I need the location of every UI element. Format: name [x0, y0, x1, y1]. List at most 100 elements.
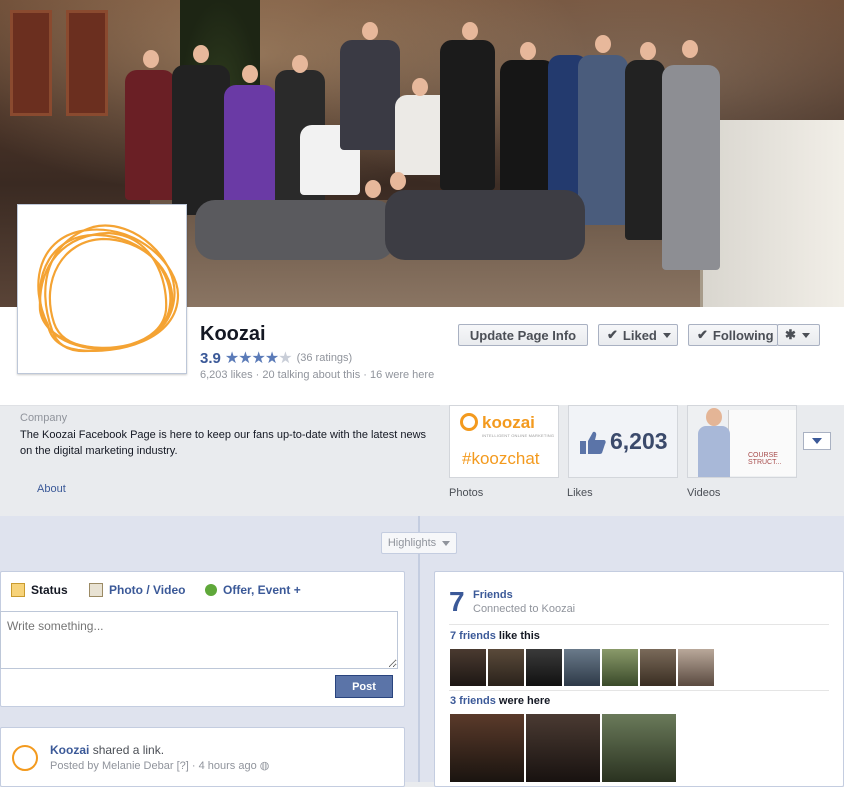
- group-person: [440, 40, 495, 190]
- photos-label[interactable]: Photos: [449, 487, 483, 499]
- head: [143, 50, 159, 68]
- group-person: [224, 85, 276, 205]
- friends-like-line: 7 friends like this: [450, 630, 540, 642]
- koozai-logo-icon: [460, 413, 478, 431]
- divider: [449, 690, 829, 691]
- group-person: [125, 70, 175, 200]
- friends-here-suffix: were here: [495, 695, 551, 707]
- check-icon: ✔: [607, 327, 618, 342]
- post-action: shared a link.: [92, 743, 165, 757]
- photos-tile-hashtag: #koozchat: [462, 449, 540, 468]
- koozai-logo: [37, 224, 180, 353]
- tab-photo-video-label: Photo / Video: [109, 583, 186, 597]
- head: [292, 55, 308, 73]
- photos-tile-brand: koozai: [482, 413, 535, 432]
- head: [390, 172, 406, 190]
- presenter-shirt: [698, 426, 730, 477]
- head: [193, 45, 209, 63]
- update-page-info-label: Update Page Info: [469, 327, 577, 343]
- post-author[interactable]: Koozai: [50, 743, 89, 757]
- settings-menu-button[interactable]: ✱: [777, 324, 820, 346]
- videos-app-tile[interactable]: COURSE STRUCT...: [687, 405, 797, 478]
- globe-icon: ◍: [259, 760, 270, 772]
- posted-by-name[interactable]: Melanie Debar: [102, 760, 174, 772]
- friend-avatar[interactable]: [450, 649, 486, 686]
- friend-avatar[interactable]: [526, 649, 562, 686]
- status-input[interactable]: [0, 611, 398, 669]
- head: [595, 35, 611, 53]
- friend-avatar[interactable]: [564, 649, 600, 686]
- friends-title[interactable]: Friends: [473, 589, 513, 601]
- tab-status-label: Status: [31, 583, 68, 597]
- head: [242, 65, 258, 83]
- photos-tile-tagline: INTELLIGENT ONLINE MARKETING: [482, 433, 555, 438]
- friend-avatar[interactable]: [640, 649, 676, 686]
- likes-app-tile[interactable]: 6,203: [568, 405, 678, 478]
- gear-icon: ✱: [785, 327, 796, 342]
- update-page-info-button[interactable]: Update Page Info: [458, 324, 588, 346]
- head: [365, 180, 381, 198]
- tab-status[interactable]: Status: [11, 583, 68, 597]
- about-link[interactable]: About: [37, 483, 66, 495]
- post-button[interactable]: Post: [335, 675, 393, 698]
- apps-expand-button[interactable]: [803, 432, 831, 450]
- friend-avatar[interactable]: [602, 649, 638, 686]
- friends-subtitle: Connected to Koozai: [473, 603, 576, 615]
- following-button[interactable]: ✔ Following: [688, 324, 778, 346]
- likes-label[interactable]: Likes: [567, 487, 593, 499]
- friends-count[interactable]: 7: [449, 586, 465, 618]
- photos-app-tile[interactable]: koozai INTELLIGENT ONLINE MARKETING #koo…: [449, 405, 559, 478]
- page-category: Company: [20, 412, 68, 424]
- posted-by-prefix: Posted by: [50, 760, 102, 772]
- friend-checkin-photo[interactable]: [602, 714, 676, 782]
- page-description: The Koozai Facebook Page is here to keep…: [20, 429, 427, 457]
- wall-honours-board: [10, 10, 52, 116]
- highlights-label: Highlights: [387, 537, 437, 549]
- friends-like-suffix: like this: [495, 630, 540, 642]
- head: [462, 22, 478, 40]
- friend-checkin-photo[interactable]: [450, 714, 524, 782]
- wall-honours-board: [66, 10, 108, 116]
- offer-badge-icon: [205, 584, 217, 596]
- liked-button[interactable]: ✔ Liked: [598, 324, 678, 346]
- rating-count[interactable]: (36 ratings): [297, 352, 353, 364]
- page-rating[interactable]: 3.9 ★★★★★ (36 ratings): [200, 348, 352, 368]
- group-person: [578, 55, 628, 225]
- photo-icon: [89, 583, 103, 597]
- rating-value: 3.9: [200, 349, 221, 367]
- page-title[interactable]: Koozai: [200, 323, 266, 346]
- post-meta: Posted by Melanie Debar [?] · 4 hours ag…: [50, 759, 269, 772]
- liked-label: Liked: [622, 327, 657, 343]
- friends-like-link[interactable]: 7 friends: [450, 630, 496, 642]
- friends-here-link[interactable]: 3 friends: [450, 695, 496, 707]
- tab-offer-event[interactable]: Offer, Event +: [205, 583, 301, 597]
- page-stats: 6,203 likes · 20 talking about this · 16…: [200, 369, 435, 381]
- friends-here-line: 3 friends were here: [450, 695, 550, 707]
- likes-count: 6,203: [610, 428, 668, 454]
- whiteboard: [728, 410, 796, 476]
- highlights-dropdown[interactable]: Highlights: [381, 532, 457, 554]
- check-icon: ✔: [697, 327, 708, 342]
- friend-avatar[interactable]: [488, 649, 524, 686]
- friend-checkin-photo[interactable]: [526, 714, 600, 782]
- profile-picture[interactable]: [17, 204, 187, 374]
- koozai-avatar[interactable]: [12, 745, 38, 771]
- head: [640, 42, 656, 60]
- reclining-person: [195, 200, 395, 260]
- tab-offer-event-label: Offer, Event +: [223, 583, 301, 597]
- head: [520, 42, 536, 60]
- chevron-down-icon: [662, 332, 671, 338]
- post-card: [0, 727, 405, 787]
- group-person: [340, 40, 400, 150]
- post-timestamp[interactable]: [?] · 4 hours ago: [177, 760, 257, 772]
- post-header: Koozai shared a link.: [50, 743, 164, 757]
- presenter-head: [706, 408, 722, 426]
- group-person: [172, 65, 230, 215]
- tab-photo-video[interactable]: Photo / Video: [89, 583, 185, 597]
- friend-avatar[interactable]: [678, 649, 714, 686]
- chevron-down-icon: [442, 540, 451, 546]
- videos-label[interactable]: Videos: [687, 487, 720, 499]
- head: [362, 22, 378, 40]
- rating-stars-icon: ★★★★★: [224, 350, 293, 367]
- chevron-down-icon: [801, 332, 810, 338]
